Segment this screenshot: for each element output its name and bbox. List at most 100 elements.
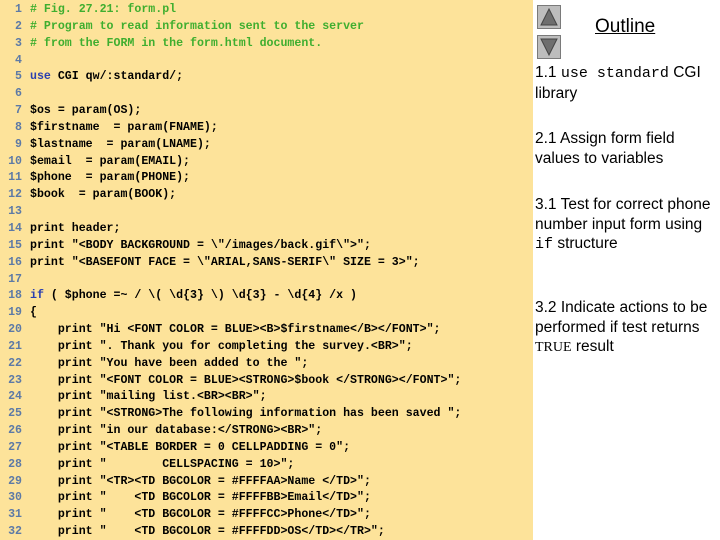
- line-number: 31: [8, 508, 22, 522]
- line-number: 15: [8, 238, 22, 252]
- code-token-plain: print "<TR><TD BGCOLOR = #FFFFAA>Name </…: [30, 474, 371, 488]
- line-number: 24: [8, 390, 22, 404]
- triangle-up-icon: [540, 8, 558, 26]
- outline-text: 1.1: [535, 64, 561, 81]
- code-token-plain: print "<FONT COLOR = BLUE><STRONG>$book …: [30, 373, 462, 387]
- outline-title[interactable]: Outline: [595, 16, 655, 38]
- code-token-plain: print header;: [30, 221, 121, 235]
- code-listing-panel: 1 # Fig. 27.21: form.pl 2 # Program to read…: [0, 0, 533, 540]
- line-number: 6: [15, 87, 22, 101]
- code-token-plain: CGI qw/:standard/;: [50, 70, 184, 84]
- line-number: 23: [8, 373, 22, 387]
- line-number: 5: [15, 70, 22, 84]
- line-number: 29: [8, 474, 22, 488]
- code-token-plain: $phone = param(PHONE);: [30, 171, 191, 185]
- code-line: 22 print "You have been added to the ";: [0, 356, 461, 373]
- code-lines: 1 # Fig. 27.21: form.pl 2 # Program to read…: [0, 2, 461, 540]
- outline-text: 3.1 Test for correct phone number input …: [535, 196, 711, 233]
- code-line: 28 print " CELLSPACING = 10>";: [0, 457, 461, 474]
- next-slide-button[interactable]: [537, 35, 561, 59]
- code-token-plain: print " CELLSPACING = 10>";: [30, 457, 295, 471]
- code-token-plain: print "in our database:</STRONG><BR>";: [30, 424, 323, 438]
- code-token-plain: print "<BODY BACKGROUND = \"/images/back…: [30, 238, 371, 252]
- line-number: 9: [15, 137, 22, 151]
- code-line: 10 $email = param(EMAIL);: [0, 154, 461, 171]
- outline-code-term: use standard: [560, 65, 669, 82]
- line-number: 26: [8, 424, 22, 438]
- code-line: 9 $lastname = param(LNAME);: [0, 137, 461, 154]
- code-token-keyword: if: [30, 289, 44, 303]
- code-line: 2 # Program to read information sent to t…: [0, 19, 461, 36]
- line-number: 28: [8, 457, 22, 471]
- outline-item: 1.1 use standard CGI library: [535, 63, 719, 103]
- code-token-comment: # Fig. 27.21: form.pl: [30, 3, 177, 16]
- code-line: 20 print "Hi <FONT COLOR = BLUE><B>$firs…: [0, 322, 461, 339]
- code-token-plain: print "<BASEFONT FACE = \"ARIAL,SANS-SER…: [30, 255, 420, 269]
- outline-text: 3.2 Indicate actions to be performed if …: [535, 299, 708, 336]
- code-line: 3 # from the FORM in the form.html docume…: [0, 36, 461, 53]
- line-number: 2: [15, 19, 22, 33]
- outline-panel: Outline 1.1 use standard CGI library 2.1…: [533, 0, 720, 540]
- code-line: 19 {: [0, 305, 461, 322]
- outline-item: 2.1 Assign form field values to variable…: [535, 129, 719, 168]
- code-token-plain: print "<TABLE BORDER = 0 CELLPADDING = 0…: [30, 440, 351, 454]
- code-token-plain: print "mailing list.<BR><BR>";: [30, 390, 267, 404]
- previous-slide-button[interactable]: [537, 5, 561, 29]
- code-line: 17: [0, 272, 461, 289]
- code-token-keyword: use: [30, 70, 51, 84]
- line-number: 30: [8, 491, 22, 505]
- code-line: 5 use CGI qw/:standard/;: [0, 69, 461, 86]
- line-number: 8: [15, 120, 22, 134]
- code-token-plain: {: [30, 306, 37, 320]
- code-token-plain: print "Hi <FONT COLOR = BLUE><B>$firstna…: [30, 323, 441, 337]
- line-number: 19: [8, 306, 22, 320]
- code-line: 14 print header;: [0, 221, 461, 238]
- code-line: 18 if ( $phone =~ / \( \d{3} \) \d{3} - \…: [0, 288, 461, 305]
- code-line: 27 print "<TABLE BORDER = 0 CELLPADDING …: [0, 440, 461, 457]
- code-line: 7 $os = param(OS);: [0, 103, 461, 120]
- code-token-plain: print " <TD BGCOLOR = #FFFFBB>Email</TD>…: [30, 491, 371, 505]
- code-token-comment: # from the FORM in the form.html documen…: [30, 36, 323, 50]
- line-number: 14: [8, 221, 22, 235]
- line-number: 21: [8, 339, 22, 353]
- outline-text: result: [571, 338, 614, 355]
- line-number: 10: [8, 154, 22, 168]
- code-line: 11 $phone = param(PHONE);: [0, 170, 461, 187]
- line-number: 20: [8, 323, 22, 337]
- code-line: 8 $firstname = param(FNAME);: [0, 120, 461, 137]
- outline-code-term: TRUE: [535, 340, 572, 355]
- code-line: 23 print "<FONT COLOR = BLUE><STRONG>$bo…: [0, 373, 461, 390]
- code-line: 4: [0, 53, 461, 70]
- code-token-plain: $book = param(BOOK);: [30, 188, 177, 202]
- code-line: 25 print "<STRONG>The following informat…: [0, 406, 461, 423]
- code-token-plain: $lastname = param(LNAME);: [30, 137, 211, 151]
- outline-text: structure: [553, 235, 618, 252]
- line-number: 25: [8, 407, 22, 421]
- code-token-plain: $email = param(EMAIL);: [30, 154, 191, 168]
- code-token-plain: $firstname = param(FNAME);: [30, 120, 218, 134]
- line-number: 22: [8, 356, 22, 370]
- line-number: 3: [15, 36, 22, 50]
- code-line: 29 print "<TR><TD BGCOLOR = #FFFFAA>Name…: [0, 474, 461, 491]
- code-line: 26 print "in our database:</STRONG><BR>"…: [0, 423, 461, 440]
- outline-code-term: if: [535, 236, 554, 253]
- outline-item: 3.1 Test for correct phone number input …: [535, 195, 719, 255]
- line-number: 17: [8, 272, 22, 286]
- code-token-plain: print ". Thank you for completing the su…: [30, 339, 413, 353]
- code-line: 31 print " <TD BGCOLOR = #FFFFCC>Phone</…: [0, 507, 461, 524]
- code-token-plain: print "<STRONG>The following information…: [30, 407, 462, 421]
- code-line: 30 print " <TD BGCOLOR = #FFFFBB>Email</…: [0, 490, 461, 507]
- line-number: 1: [15, 3, 22, 16]
- code-line: 21 print ". Thank you for completing the…: [0, 339, 461, 356]
- code-line: 1 # Fig. 27.21: form.pl: [0, 2, 461, 19]
- code-token-comment: # Program to read information sent to th…: [30, 19, 364, 33]
- line-number: 11: [8, 171, 22, 185]
- line-number: 32: [8, 525, 22, 539]
- code-token-plain: ( $phone =~ / \( \d{3} \) \d{3} - \d{4} …: [43, 289, 358, 303]
- line-number: 16: [8, 255, 22, 269]
- code-token-plain: print " <TD BGCOLOR = #FFFFCC>Phone</TD>…: [30, 508, 371, 522]
- line-number: 4: [15, 53, 22, 67]
- code-line: 6: [0, 86, 461, 103]
- line-number: 12: [8, 188, 22, 202]
- line-number: 7: [15, 104, 22, 118]
